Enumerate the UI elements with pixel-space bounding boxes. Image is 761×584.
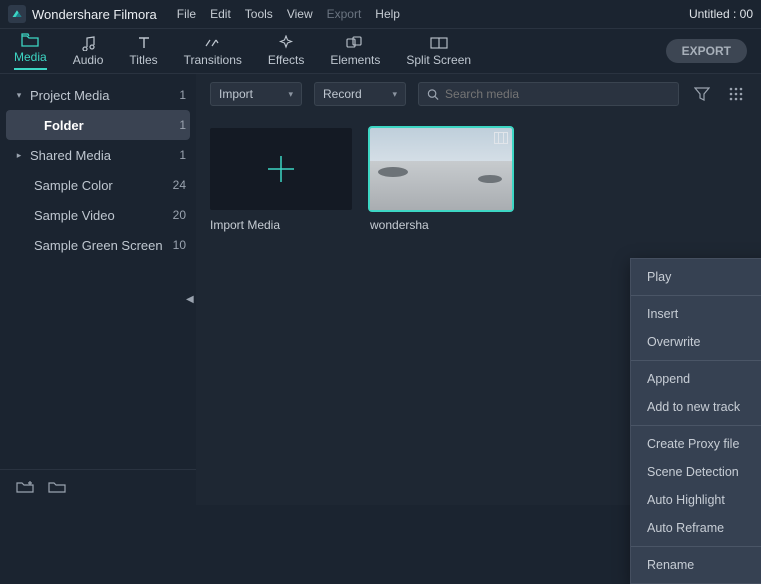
elements-icon bbox=[346, 35, 364, 51]
chevron-right-icon: ▸ bbox=[14, 150, 24, 161]
divider bbox=[631, 546, 761, 547]
chevron-down-icon: ▾ bbox=[392, 89, 397, 100]
text-icon bbox=[137, 35, 151, 51]
media-clip-tile[interactable]: wondersha bbox=[370, 128, 512, 232]
plus-icon bbox=[264, 152, 298, 186]
tab-media[interactable]: Media bbox=[14, 32, 47, 70]
ctx-rename[interactable]: RenameF2 bbox=[631, 551, 761, 579]
tab-effects[interactable]: Effects bbox=[268, 35, 304, 67]
menu-export: Export bbox=[327, 7, 362, 21]
folder-icon[interactable] bbox=[48, 479, 66, 496]
menu-help[interactable]: Help bbox=[375, 7, 400, 21]
toolbar: Media Audio Titles Transitions Effects E… bbox=[0, 28, 761, 74]
app-logo-icon bbox=[8, 5, 26, 23]
divider bbox=[631, 295, 761, 296]
transition-icon bbox=[204, 35, 222, 51]
ctx-play[interactable]: Play bbox=[631, 263, 761, 291]
divider bbox=[631, 425, 761, 426]
sidebar-item-sample-video[interactable]: Sample Video 20 bbox=[0, 200, 196, 230]
app-name: Wondershare Filmora bbox=[32, 7, 157, 22]
search-input[interactable] bbox=[445, 87, 670, 101]
sidebar-item-sample-color[interactable]: Sample Color 24 bbox=[0, 170, 196, 200]
record-dropdown[interactable]: Record ▾ bbox=[314, 82, 406, 106]
menu-bar: File Edit Tools View Export Help bbox=[177, 7, 400, 21]
sidebar-item-project-media[interactable]: ▾ Project Media 1 bbox=[0, 80, 196, 110]
import-media-tile[interactable]: Import Media bbox=[210, 128, 352, 232]
search-icon bbox=[427, 88, 439, 101]
ctx-insert[interactable]: InsertShift+I bbox=[631, 300, 761, 328]
import-dropdown[interactable]: Import ▾ bbox=[210, 82, 302, 106]
search-box[interactable] bbox=[418, 82, 679, 106]
split-icon bbox=[430, 35, 448, 51]
tab-split-screen[interactable]: Split Screen bbox=[406, 35, 471, 67]
music-icon bbox=[80, 35, 96, 51]
tab-transitions[interactable]: Transitions bbox=[184, 35, 242, 67]
chevron-down-icon: ▾ bbox=[14, 90, 24, 101]
export-button[interactable]: EXPORT bbox=[666, 39, 747, 63]
new-folder-icon[interactable] bbox=[16, 479, 34, 496]
menu-tools[interactable]: Tools bbox=[245, 7, 273, 21]
document-title: Untitled : 00 bbox=[689, 7, 753, 21]
menu-view[interactable]: View bbox=[287, 7, 313, 21]
ctx-auto-reframe[interactable]: Auto Reframe bbox=[631, 514, 761, 542]
sidebar-footer bbox=[0, 469, 196, 505]
ctx-scene-detection[interactable]: Scene Detection bbox=[631, 458, 761, 486]
sparkle-icon bbox=[278, 35, 294, 51]
ctx-add-to-new-track[interactable]: Add to new track bbox=[631, 393, 761, 421]
ctx-append[interactable]: Append bbox=[631, 365, 761, 393]
sidebar-item-sample-green-screen[interactable]: Sample Green Screen 10 bbox=[0, 230, 196, 260]
folder-icon bbox=[21, 32, 39, 48]
clip-handle-icon[interactable] bbox=[494, 132, 508, 144]
main-panel: Import ▾ Record ▾ Import Media bbox=[196, 74, 761, 505]
titlebar: Wondershare Filmora File Edit Tools View… bbox=[0, 0, 761, 28]
sidebar-item-shared-media[interactable]: ▸ Shared Media 1 bbox=[0, 140, 196, 170]
tab-elements[interactable]: Elements bbox=[330, 35, 380, 67]
collapse-sidebar-icon[interactable]: ◀ bbox=[186, 294, 196, 308]
ctx-create-proxy-file[interactable]: Create Proxy file bbox=[631, 430, 761, 458]
menu-edit[interactable]: Edit bbox=[210, 7, 231, 21]
clip-thumbnail bbox=[370, 128, 512, 210]
ctx-overwrite[interactable]: OverwriteShift+O bbox=[631, 328, 761, 356]
filter-icon[interactable] bbox=[691, 83, 713, 105]
tab-audio[interactable]: Audio bbox=[73, 35, 104, 67]
sidebar: ▾ Project Media 1 Folder 1 ▸ Shared Medi… bbox=[0, 74, 196, 505]
divider bbox=[631, 360, 761, 361]
ctx-auto-highlight[interactable]: Auto Highlight bbox=[631, 486, 761, 514]
chevron-down-icon: ▾ bbox=[288, 89, 293, 100]
context-menu: Play InsertShift+I OverwriteShift+O Appe… bbox=[630, 258, 761, 584]
sidebar-item-folder[interactable]: Folder 1 bbox=[6, 110, 190, 140]
grid-view-icon[interactable] bbox=[725, 83, 747, 105]
menu-file[interactable]: File bbox=[177, 7, 196, 21]
tab-titles[interactable]: Titles bbox=[129, 35, 157, 67]
